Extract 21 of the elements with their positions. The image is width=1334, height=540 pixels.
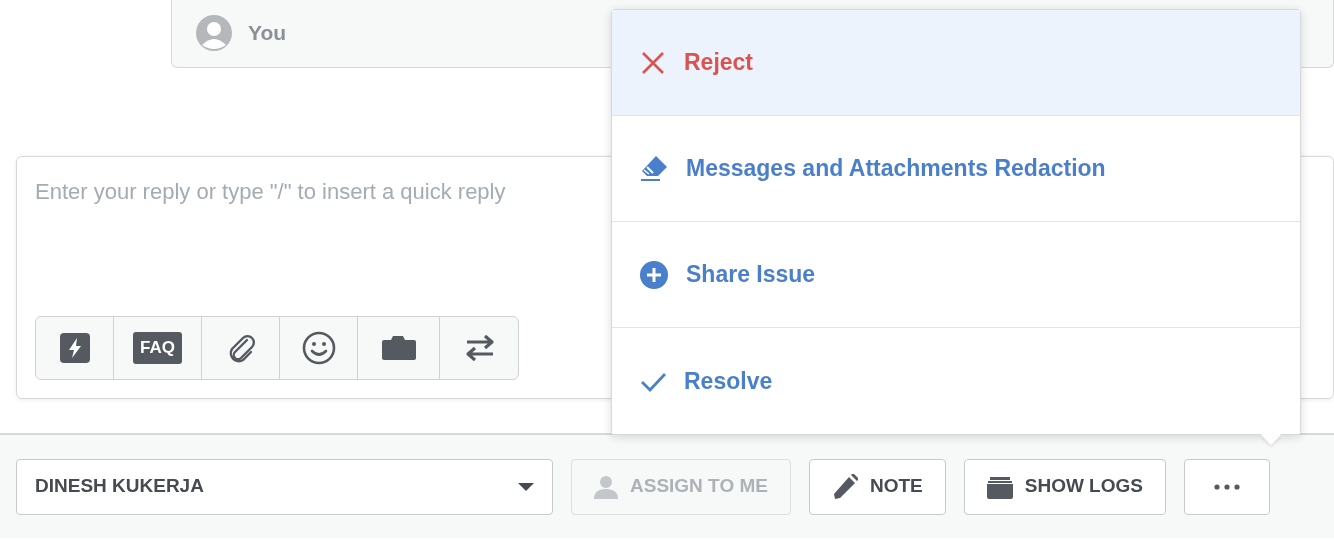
close-icon [640, 49, 666, 76]
plus-icon [640, 260, 668, 289]
menu-item[interactable]: Resolve [612, 328, 1300, 434]
author-name: You [248, 19, 287, 46]
camera-icon[interactable] [379, 334, 418, 362]
avatar-icon [196, 14, 232, 51]
more-icon [1213, 483, 1240, 490]
note-button[interactable]: NOTE [808, 458, 946, 515]
faq-button[interactable]: FAQ [133, 332, 182, 364]
menu-item[interactable]: Share Issue [612, 222, 1300, 328]
smiley-icon[interactable] [301, 331, 336, 365]
pencil-icon [831, 473, 858, 500]
assignee-dropdown[interactable]: DINESH KUKERJA [16, 458, 553, 515]
menu-item[interactable]: Messages and Attachments Redaction [612, 116, 1300, 222]
menu-item[interactable]: Reject [612, 10, 1300, 116]
caret-icon [518, 482, 534, 491]
eraser-icon [640, 155, 668, 182]
logs-button[interactable]: SHOW LOGS [963, 458, 1166, 515]
person-icon [594, 474, 618, 499]
lightning-icon[interactable] [59, 333, 90, 363]
folder-icon [986, 474, 1013, 499]
